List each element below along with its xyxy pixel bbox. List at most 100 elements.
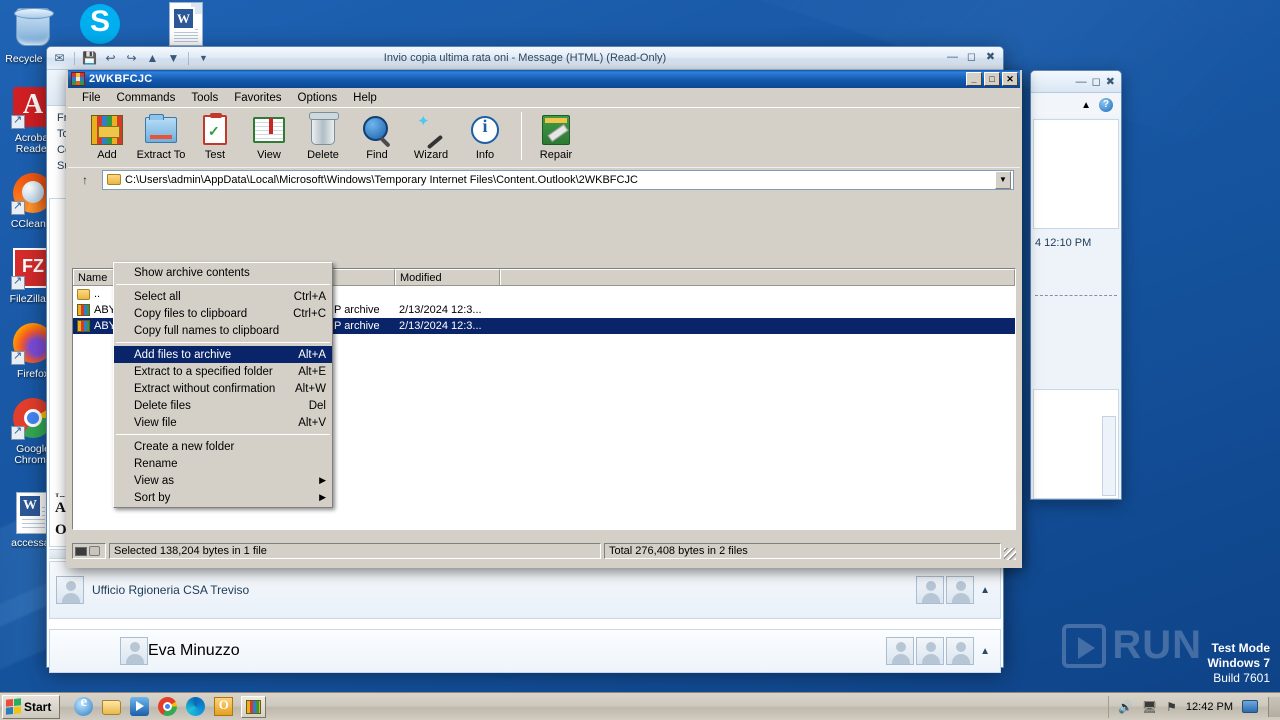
google-chrome-icon[interactable]: [158, 697, 178, 716]
winrar-title: 2WKBFCJC: [89, 73, 153, 85]
winrar-titlebar[interactable]: 2WKBFCJC _ □ ✕: [68, 70, 1020, 88]
menu-item-label: View file: [134, 416, 177, 429]
chevron-up-icon[interactable]: ▲: [976, 646, 994, 657]
save-icon[interactable]: 💾: [81, 50, 98, 67]
desktop-icon-word-doc[interactable]: [158, 2, 214, 46]
toolbar-button-wizard[interactable]: Wizard: [404, 112, 458, 161]
toolbar-button-repair[interactable]: Repair: [529, 112, 583, 161]
address-input[interactable]: C:\Users\admin\AppData\Local\Microsoft\W…: [102, 169, 1014, 190]
menu-file[interactable]: File: [74, 90, 109, 106]
action-center-icon[interactable]: ⚑: [1166, 700, 1177, 714]
menu-item-create-a-new-folder[interactable]: Create a new folder: [114, 438, 332, 455]
toolbar-button-find[interactable]: Find: [350, 112, 404, 161]
show-desktop-button[interactable]: [1268, 696, 1280, 717]
column-header-modified[interactable]: Modified: [395, 269, 500, 285]
menu-item-copy-files-to-clipboard[interactable]: Copy files to clipboard Ctrl+C: [114, 305, 332, 322]
quick-launch-bar[interactable]: [74, 694, 234, 716]
taskbar-button-winrar[interactable]: [241, 695, 267, 718]
system-tray[interactable]: 🔊 🖥 ⚑ 12:42 PM: [1107, 695, 1264, 718]
chevron-down-icon[interactable]: ▼: [995, 170, 1011, 189]
watermark-brand: RUN: [1112, 623, 1202, 667]
menu-commands[interactable]: Commands: [109, 90, 184, 106]
close-button[interactable]: ✕: [1002, 72, 1018, 86]
windows-explorer-icon[interactable]: [102, 700, 122, 715]
network-icon[interactable]: 🖥: [1142, 700, 1157, 714]
winrar-context-menu[interactable]: Show archive contents Select all Ctrl+A …: [113, 262, 333, 508]
winrar-icon: [71, 72, 85, 86]
chevron-up-icon[interactable]: ▲: [976, 585, 994, 596]
display-icon[interactable]: [1242, 700, 1258, 713]
close-icon[interactable]: ✖: [1106, 75, 1115, 88]
taskbar[interactable]: Start 🔊 🖥 ⚑ 12:42 PM: [0, 692, 1280, 720]
restore-icon[interactable]: ◻: [1092, 75, 1101, 88]
menu-item-extract-to-specified-folder[interactable]: Extract to a specified folder Alt+E: [114, 363, 332, 380]
background-window-lower-pane: [1033, 389, 1119, 499]
menu-item-delete-files[interactable]: Delete files Del: [114, 397, 332, 414]
winrar-menubar[interactable]: File Commands Tools Favorites Options He…: [68, 88, 1020, 107]
background-window-toolbar[interactable]: ▲ ?: [1031, 93, 1121, 117]
menu-item-view-file[interactable]: View file Alt+V: [114, 414, 332, 431]
menu-item-label: Extract without confirmation: [134, 382, 276, 395]
volume-icon[interactable]: 🔊: [1118, 700, 1133, 714]
chevron-up-icon[interactable]: ▲: [1081, 100, 1091, 111]
maximize-button[interactable]: □: [984, 72, 1000, 86]
menu-item-rename[interactable]: Rename: [114, 455, 332, 472]
undo-icon[interactable]: ↩: [102, 50, 119, 67]
envelope-icon[interactable]: ✉: [51, 50, 68, 67]
menu-item-extract-without-confirmation[interactable]: Extract without confirmation Alt+W: [114, 380, 332, 397]
menu-separator: [116, 434, 330, 435]
redo-icon[interactable]: ↪: [123, 50, 140, 67]
toolbar-button-add[interactable]: Add: [80, 112, 134, 161]
up-one-level-icon[interactable]: ↑: [74, 169, 96, 190]
menu-item-add-files-to-archive[interactable]: Add files to archive Alt+A: [114, 346, 332, 363]
toolbar-button-extract-to[interactable]: Extract To: [134, 112, 188, 161]
background-window-scrollbar[interactable]: [1102, 416, 1116, 496]
menu-item-shortcut: Alt+W: [295, 382, 326, 395]
menu-item-view-as[interactable]: View as ▶: [114, 472, 332, 489]
previous-icon[interactable]: ▲: [144, 50, 161, 67]
winrar-status-bar: Selected 138,204 bytes in 1 file Total 2…: [72, 542, 1016, 560]
help-icon[interactable]: ?: [1099, 98, 1113, 112]
minimize-icon[interactable]: —: [945, 51, 960, 63]
menu-item-copy-full-names-to-clipboard[interactable]: Copy full names to clipboard: [114, 322, 332, 339]
menu-item-show-archive-contents[interactable]: Show archive contents: [114, 264, 332, 281]
menu-options[interactable]: Options: [290, 90, 346, 106]
next-icon[interactable]: ▼: [165, 50, 182, 67]
outlook-titlebar[interactable]: ✉ 💾 ↩ ↪ ▲ ▼ ▼ Invio copia ultima rata on…: [47, 47, 1003, 70]
winrar-address-bar[interactable]: ↑ C:\Users\admin\AppData\Local\Microsoft…: [68, 167, 1020, 191]
people-pane-actions[interactable]: ▲: [916, 576, 1000, 604]
winrar-window-buttons[interactable]: _ □ ✕: [966, 72, 1018, 86]
menu-item-sort-by[interactable]: Sort by ▶: [114, 489, 332, 506]
people-pane-secondary[interactable]: Eva Minuzzo ▲: [49, 629, 1001, 673]
close-icon[interactable]: ✖: [983, 50, 998, 63]
desktop-icon-skype[interactable]: [72, 2, 128, 44]
toolbar-button-delete[interactable]: Delete: [296, 112, 350, 161]
microsoft-edge-icon[interactable]: [186, 697, 206, 716]
windows-media-player-icon[interactable]: [130, 697, 150, 716]
outlook-window-buttons[interactable]: — ◻ ✖: [945, 50, 998, 64]
resize-grip[interactable]: [1004, 548, 1016, 560]
menu-favorites[interactable]: Favorites: [226, 90, 289, 106]
outlook-icon[interactable]: [214, 697, 234, 716]
restore-icon[interactable]: ◻: [964, 50, 979, 63]
start-button[interactable]: Start: [2, 694, 61, 719]
menu-tools[interactable]: Tools: [183, 90, 226, 106]
clock[interactable]: 12:42 PM: [1186, 701, 1233, 713]
people-pane-primary[interactable]: Ufficio Rgioneria CSA Treviso ▲: [49, 561, 1001, 619]
background-window[interactable]: — ◻ ✖ ▲ ? 4 12:10 PM: [1030, 70, 1122, 500]
internet-explorer-icon[interactable]: [74, 694, 94, 716]
quick-access-toolbar[interactable]: ✉ 💾 ↩ ↪ ▲ ▼ ▼: [47, 50, 212, 67]
menu-item-select-all[interactable]: Select all Ctrl+A: [114, 288, 332, 305]
winrar-toolbar[interactable]: Add Extract To Test View Delete Find Wiz…: [68, 107, 1020, 167]
toolbar-button-info[interactable]: Info: [458, 112, 512, 161]
minimize-icon[interactable]: —: [1076, 76, 1087, 88]
customize-icon[interactable]: ▼: [195, 50, 212, 67]
people-pane-actions[interactable]: ▲: [886, 637, 1000, 665]
background-window-divider: [1035, 295, 1117, 296]
minimize-button[interactable]: _: [966, 72, 982, 86]
menu-help[interactable]: Help: [345, 90, 385, 106]
toolbar-button-view[interactable]: View: [242, 112, 296, 161]
test-archive-icon: [188, 112, 242, 148]
toolbar-button-test[interactable]: Test: [188, 112, 242, 161]
background-window-titlebar[interactable]: — ◻ ✖: [1031, 71, 1121, 93]
